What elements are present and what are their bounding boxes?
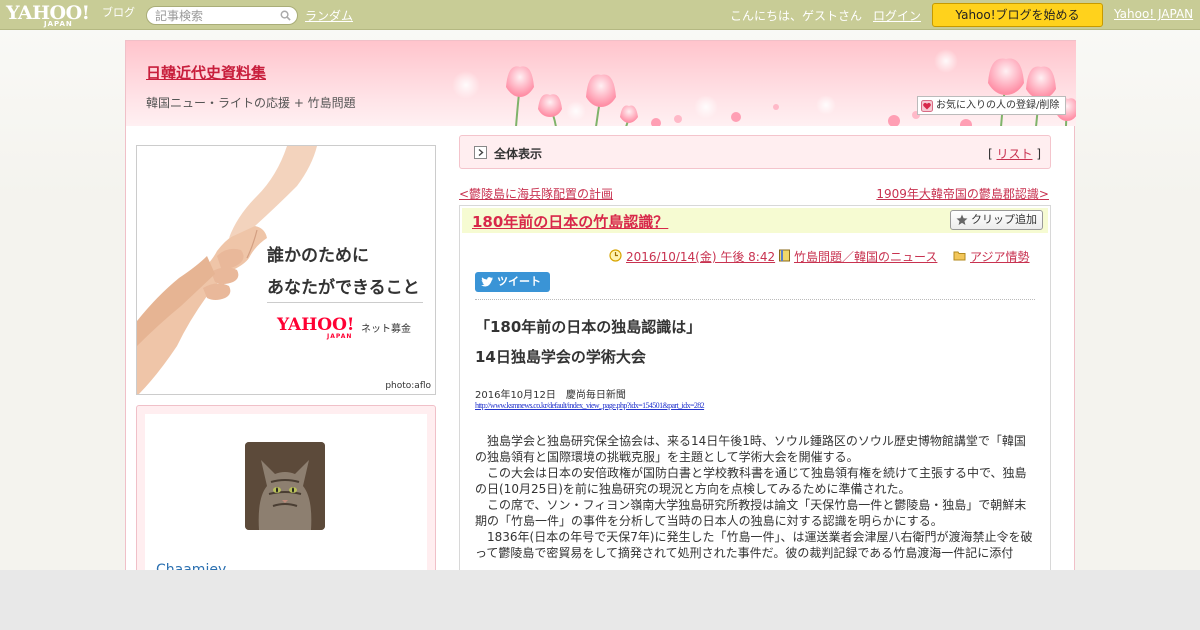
profile-name[interactable]: Chaamiey <box>156 562 226 570</box>
article-meta: 2016/10/14(金) 午後 8:42 竹島問題／韓国のニュース アジア情勢 <box>460 246 1048 266</box>
star-icon <box>956 214 968 225</box>
banner-photo-credit: photo:aflo <box>385 381 431 391</box>
list-link[interactable]: リスト <box>996 147 1032 161</box>
search-box <box>146 6 298 25</box>
blog-header: 日韓近代史資料集 韓国ニュー・ライトの応援 + 竹島問題 お気に入りの人の登録/… <box>126 40 1076 126</box>
avatar[interactable] <box>245 442 325 530</box>
yahoo-japan-link[interactable]: Yahoo! JAPAN <box>1114 7 1193 21</box>
article-paragraph: この席で、ソン・フィヨン嶺南大学独島研究所教授は論文「天保竹島一件と鬱陵島・独島… <box>475 498 1027 528</box>
yahoo-topbar: YAHOO! JAPAN ブログ ランダム こんにちは、ゲストさん ログイン Y… <box>0 0 1200 30</box>
favorite-register-button[interactable]: お気に入りの人の登録/削除 <box>917 96 1066 115</box>
clip-add-button[interactable]: クリップ追加 <box>950 210 1043 230</box>
folder-icon <box>953 251 966 261</box>
clip-add-label: クリップ追加 <box>971 213 1037 226</box>
page-viewport: YAHOO! JAPAN ブログ ランダム こんにちは、ゲストさん ログイン Y… <box>0 0 1200 570</box>
banner-line-1: 誰かのために <box>267 246 369 266</box>
random-link[interactable]: ランダム <box>305 7 353 24</box>
search-icon[interactable] <box>280 10 291 21</box>
list-bracket-close: ] <box>1032 147 1041 161</box>
article-heading-2: 14日独島学会の学術大会 <box>475 348 646 366</box>
yahoo-donation-banner[interactable]: 誰かのために あなたができること YAHOO! JAPAN ネット募金 phot… <box>136 145 436 395</box>
blog-title[interactable]: 日韓近代史資料集 <box>146 62 266 83</box>
article-source-url[interactable]: http://www.ksmnews.co.kr/default/index_v… <box>475 401 705 410</box>
view-all-link[interactable]: 全体表示 <box>494 145 542 162</box>
logo-blog-label: ブログ <box>102 6 135 19</box>
previous-article-link[interactable]: <鬱陵島に海兵隊配置の計画 <box>459 185 613 202</box>
article: 180年前の日本の竹島認識？ クリップ追加 2016/10/14(金) 午後 8… <box>459 205 1051 570</box>
tweet-button[interactable]: ツイート <box>475 272 550 292</box>
article-heading-1: 「180年前の日本の独島認識は」 <box>475 318 702 336</box>
clock-icon <box>609 249 622 262</box>
article-folder-link[interactable]: アジア情勢 <box>970 248 1030 265</box>
search-input[interactable] <box>155 8 277 23</box>
banner-yahoo-japan-text: JAPAN <box>327 333 353 340</box>
profile-inner: Chaamiey <box>145 414 427 570</box>
guest-greeting: こんにちは、ゲストさん <box>730 9 863 23</box>
banner-divider <box>267 302 423 303</box>
arrow-right-icon <box>474 146 487 159</box>
banner-service-name: ネット募金 <box>361 324 411 335</box>
start-blog-button[interactable]: Yahoo!ブログを始める <box>932 3 1103 27</box>
list-link-wrapper: [ リスト ] <box>988 145 1041 162</box>
blog-container: 日韓近代史資料集 韓国ニュー・ライトの応援 + 竹島問題 お気に入りの人の登録/… <box>125 40 1076 570</box>
banner-yahoo-logo: YAHOO! <box>277 315 355 335</box>
article-source-line: 2016年10月12日 慶尚毎日新聞 <box>475 390 626 401</box>
tweet-label: ツイート <box>497 275 541 288</box>
favorite-register-label: お気に入りの人の登録/削除 <box>936 100 1060 111</box>
article-paragraph: この大会は日本の安倍政権が国防白書と学校教科書を通じて独島領有権を続けて主張する… <box>475 466 1027 496</box>
login-link[interactable]: ログイン <box>873 7 921 24</box>
favorite-icon <box>921 100 933 112</box>
blog-description: 韓国ニュー・ライトの応援 + 竹島問題 <box>146 96 356 110</box>
article-body: 独島学会と独島研究保全協会は、来る14日午後1時、ソウル鍾路区のソウル歴史博物館… <box>475 433 1037 561</box>
article-title-bar: 180年前の日本の竹島認識？ クリップ追加 <box>462 208 1048 233</box>
profile-box: Chaamiey <box>136 405 436 570</box>
article-divider <box>475 299 1035 300</box>
article-paragraph: 独島学会と独島研究保全協会は、来る14日午後1時、ソウル鍾路区のソウル歴史博物館… <box>475 434 1026 464</box>
next-article-link[interactable]: 1909年大韓帝国の鬱島郡認識> <box>876 185 1049 202</box>
article-category-link[interactable]: 竹島問題／韓国のニュース <box>794 248 937 265</box>
logo-subtext: JAPAN <box>44 20 73 28</box>
article-title[interactable]: 180年前の日本の竹島認識？ <box>472 211 668 232</box>
book-icon <box>779 249 790 262</box>
article-paragraph: 1836年(日本の年号で天保7年)に発生した「竹島一件」、は運送業者会津屋八右衛… <box>475 530 1033 560</box>
twitter-bird-icon <box>481 277 493 287</box>
view-all-bar: 全体表示 [ リスト ] <box>459 135 1051 169</box>
article-datetime[interactable]: 2016/10/14(金) 午後 8:42 <box>626 248 775 265</box>
cat-avatar-image <box>245 442 325 530</box>
banner-line-2: あなたができること <box>267 278 420 298</box>
helping-hands-photo <box>137 146 317 394</box>
